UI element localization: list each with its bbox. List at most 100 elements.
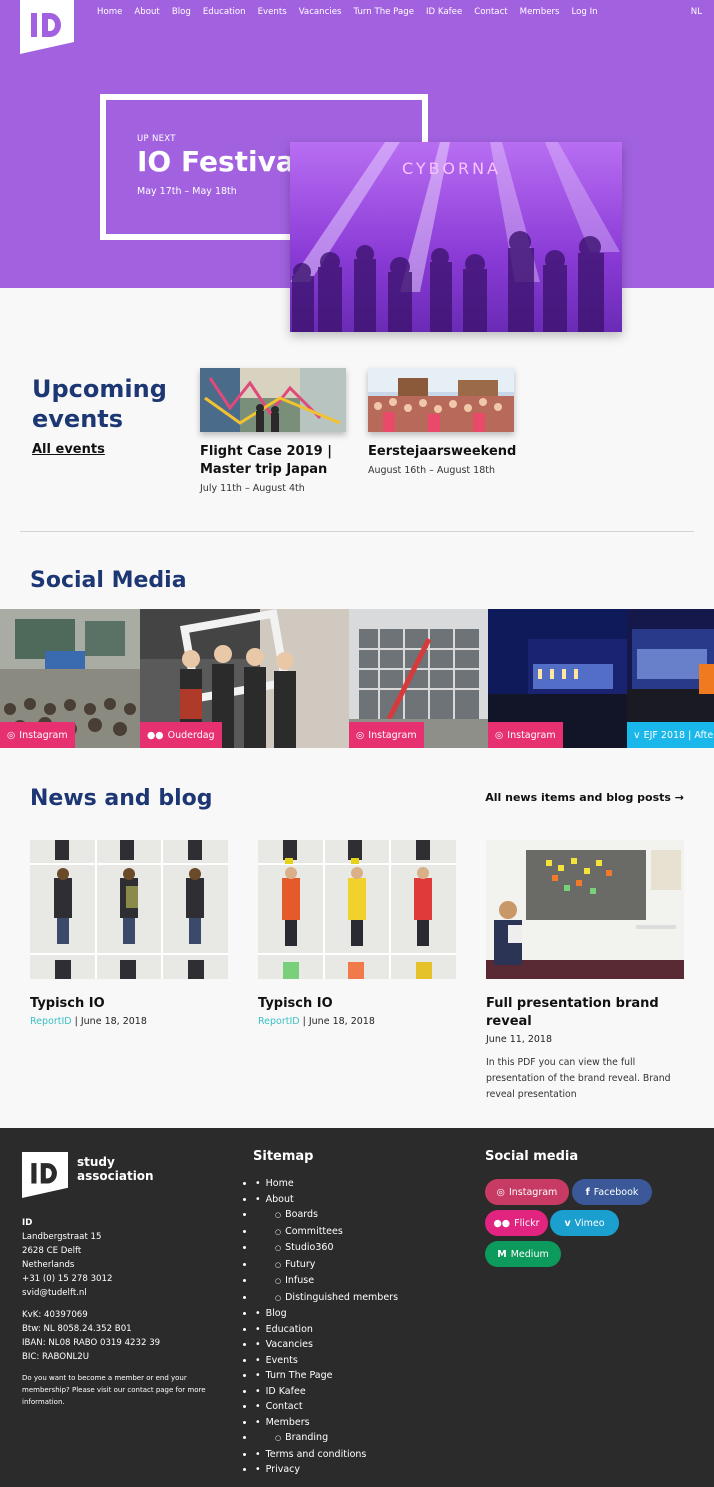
social-tag[interactable]: ◎ Instagram [349, 722, 424, 748]
sitemap-link[interactable]: Boards [255, 1207, 398, 1224]
sitemap-link[interactable]: Blog [255, 1306, 398, 1322]
footer-registry-line: KvK: 40397069 [22, 1310, 88, 1320]
sitemap-link[interactable]: Studio360 [255, 1240, 398, 1257]
news-meta: ReportID | June 18, 2018 [30, 1016, 228, 1027]
event-title[interactable]: Flight Case 2019 | Master trip Japan [200, 443, 346, 479]
nav-login[interactable]: Log In [572, 7, 598, 17]
news-meta-separator: | [71, 1016, 81, 1027]
footer-id-logo[interactable] [22, 1152, 68, 1198]
news-category-link[interactable]: ReportID [258, 1016, 300, 1027]
news-thumbnail[interactable] [30, 840, 228, 979]
social-tile[interactable]: ◎ Instagram [0, 609, 140, 748]
sitemap-link[interactable]: Members [255, 1415, 398, 1431]
social-tag-label: Instagram [368, 729, 417, 741]
footer-registry-line: IBAN: NL08 RABO 0319 4232 39 [22, 1338, 161, 1348]
social-tag[interactable]: v EJF 2018 | After [627, 722, 714, 748]
social-tile[interactable]: v EJF 2018 | After [627, 609, 714, 748]
social-tile[interactable]: ●● Ouderdag [140, 609, 349, 748]
social-tile[interactable]: ◎ Instagram [349, 609, 488, 748]
nav-blog[interactable]: Blog [172, 7, 191, 17]
news-title[interactable]: Typisch IO [258, 995, 456, 1013]
social-tag[interactable]: ◎ Instagram [0, 722, 75, 748]
sitemap-link[interactable]: About [255, 1192, 398, 1208]
nav-about[interactable]: About [134, 7, 159, 17]
news-category-link[interactable]: ReportID [30, 1016, 72, 1027]
nav-education[interactable]: Education [203, 7, 246, 17]
sitemap-link[interactable]: Education [255, 1322, 398, 1338]
social-feed-strip: ◎ Instagram ●● Ouderdag ◎ Instagram ◎ In… [0, 609, 714, 748]
social-media-heading: Social Media [30, 568, 187, 593]
sitemap-link[interactable]: Terms and conditions [255, 1447, 398, 1463]
instagram-button-label: Instagram [508, 1186, 558, 1198]
event-date: July 11th – August 4th [200, 483, 305, 494]
news-meta-separator: | [299, 1016, 309, 1027]
id-logo[interactable] [20, 0, 74, 54]
news-card[interactable]: Full presentation brand reveal June 11, … [486, 840, 684, 1103]
news-title[interactable]: Full presentation brand reveal [486, 995, 684, 1031]
hero-photo[interactable]: CYBORNA [290, 142, 622, 332]
vimeo-button-label: Vimeo [574, 1217, 605, 1229]
social-tag-label: EJF 2018 | After [643, 729, 714, 741]
news-thumbnail[interactable] [258, 840, 456, 979]
event-card[interactable]: Eerstejaarsweekend August 16th – August … [368, 368, 516, 476]
vimeo-icon: v [634, 729, 640, 741]
sitemap-link[interactable]: ID Kafee [255, 1384, 398, 1400]
sitemap-link[interactable]: Home [255, 1176, 398, 1192]
nav-vacancies[interactable]: Vacancies [299, 7, 342, 17]
facebook-button[interactable]: f Facebook [572, 1179, 652, 1205]
event-thumbnail[interactable] [368, 368, 514, 432]
nav-id-kafee[interactable]: ID Kafee [426, 7, 462, 17]
medium-button-label: Medium [510, 1248, 549, 1260]
facebook-button-label: Facebook [593, 1186, 639, 1198]
medium-icon: M [497, 1248, 507, 1260]
hero-date: May 17th – May 18th [137, 186, 237, 197]
news-heading: News and blog [30, 786, 213, 811]
instagram-button[interactable]: ◎ Instagram [485, 1179, 569, 1205]
footer-logo-text: study association [77, 1155, 154, 1183]
footer-address-line: Landbergstraat 15 [22, 1232, 102, 1242]
news-thumbnail[interactable] [486, 840, 684, 979]
news-date: June 11, 2018 [486, 1034, 553, 1045]
sitemap-link[interactable]: Contact [255, 1399, 398, 1415]
nav-members[interactable]: Members [520, 7, 560, 17]
section-divider [20, 531, 694, 532]
social-tile[interactable]: ◎ Instagram [488, 609, 627, 748]
medium-button[interactable]: M Medium [485, 1241, 561, 1267]
news-card[interactable]: Typisch IO ReportID | June 18, 2018 [30, 840, 228, 1027]
event-title[interactable]: Eerstejaarsweekend [368, 443, 516, 461]
social-tag[interactable]: ●● Ouderdag [140, 722, 222, 748]
news-card[interactable]: Typisch IO ReportID | June 18, 2018 [258, 840, 456, 1027]
sitemap-link[interactable]: Distinguished members [255, 1290, 398, 1307]
social-tag-label: Instagram [507, 729, 556, 741]
news-title[interactable]: Typisch IO [30, 995, 228, 1013]
footer-org-name: ID [22, 1218, 33, 1228]
sitemap-link[interactable]: Futury [255, 1257, 398, 1274]
sitemap-link[interactable]: Infuse [255, 1273, 398, 1290]
vimeo-button[interactable]: v Vimeo [550, 1210, 619, 1236]
nav-home[interactable]: Home [97, 7, 122, 17]
language-switch[interactable]: NL [691, 7, 702, 17]
event-card[interactable]: Flight Case 2019 | Master trip Japan Jul… [200, 368, 346, 494]
all-events-link[interactable]: All events [32, 442, 105, 457]
sitemap-link[interactable]: Committees [255, 1224, 398, 1241]
footer-registry-line: Btw: NL 8058.24.352 B01 [22, 1324, 132, 1334]
news-excerpt: In this PDF you can view the full presen… [486, 1057, 671, 1100]
sitemap-link[interactable]: Privacy [255, 1462, 398, 1478]
social-tag[interactable]: ◎ Instagram [488, 722, 563, 748]
nav-contact[interactable]: Contact [474, 7, 507, 17]
news-meta: ReportID | June 18, 2018 [258, 1016, 456, 1027]
event-thumbnail[interactable] [200, 368, 346, 432]
sitemap-link[interactable]: Events [255, 1353, 398, 1369]
flickr-button-label: Flickr [514, 1217, 540, 1229]
all-news-link[interactable]: All news items and blog posts → [485, 791, 684, 804]
nav-events[interactable]: Events [258, 7, 287, 17]
sitemap-link[interactable]: Branding [255, 1430, 398, 1447]
footer-membership-note: Do you want to become a member or end yo… [22, 1374, 206, 1406]
sitemap-link[interactable]: Turn The Page [255, 1368, 398, 1384]
flickr-button[interactable]: ●● Flickr [485, 1210, 548, 1236]
sitemap-link[interactable]: Vacancies [255, 1337, 398, 1353]
social-tag-label: Instagram [19, 729, 68, 741]
hero-title[interactable]: IO Festival [137, 145, 304, 178]
footer-email-link[interactable]: svid@tudelft.nl [22, 1288, 87, 1298]
nav-turn-the-page[interactable]: Turn The Page [354, 7, 414, 17]
